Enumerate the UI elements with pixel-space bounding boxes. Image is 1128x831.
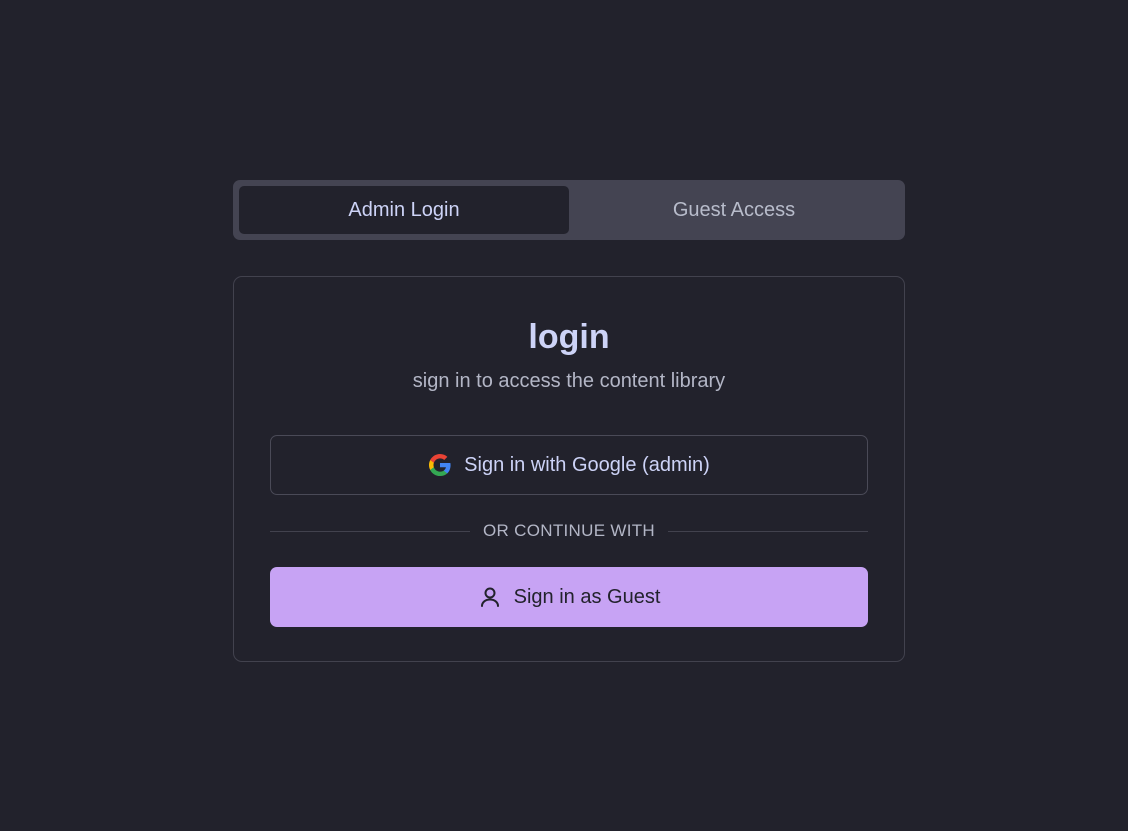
google-icon bbox=[428, 453, 452, 477]
google-signin-button[interactable]: Sign in with Google (admin) bbox=[270, 435, 868, 495]
guest-signin-label: Sign in as Guest bbox=[513, 585, 661, 608]
tab-admin-login[interactable]: Admin Login bbox=[239, 186, 569, 234]
login-card: login sign in to access the content libr… bbox=[233, 276, 905, 662]
guest-signin-button[interactable]: Sign in as Guest bbox=[270, 567, 868, 627]
google-signin-label: Sign in with Google (admin) bbox=[464, 453, 710, 476]
divider-label: OR CONTINUE WITH bbox=[483, 521, 655, 540]
auth-tabs: Admin Login Guest Access bbox=[233, 180, 905, 240]
login-container: Admin Login Guest Access login sign in t… bbox=[233, 180, 905, 662]
divider-line-right bbox=[667, 530, 869, 532]
divider-line-left bbox=[270, 530, 471, 532]
page-subtitle: sign in to access the content library bbox=[412, 370, 726, 392]
user-icon bbox=[478, 585, 502, 609]
tab-guest-access[interactable]: Guest Access bbox=[569, 186, 899, 234]
divider: OR CONTINUE WITH bbox=[270, 495, 869, 567]
page-title: login bbox=[528, 318, 610, 356]
